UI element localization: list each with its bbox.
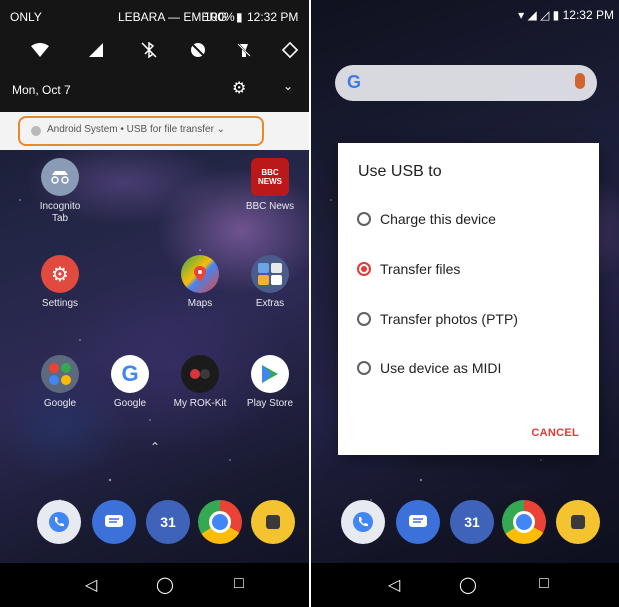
home-icon[interactable]: ◯ bbox=[457, 575, 479, 595]
usb-options-dialog: Use USB to Charge this device Transfer f… bbox=[338, 143, 599, 455]
camera-dock-icon[interactable] bbox=[556, 500, 600, 544]
play-store-icon bbox=[251, 355, 289, 393]
bluetooth-off-icon[interactable] bbox=[137, 38, 161, 62]
right-screen: ▾ ◢ ◿ ▮ 12:32 PM G Use USB to Charge thi… bbox=[311, 0, 619, 607]
app-extras-folder[interactable]: Extras bbox=[240, 255, 300, 310]
google-search-bar[interactable]: G bbox=[335, 65, 597, 101]
dialog-title: Use USB to bbox=[358, 163, 442, 180]
messages-dock-icon[interactable] bbox=[396, 500, 440, 544]
camera-dock-icon[interactable] bbox=[251, 500, 295, 544]
app-play-store[interactable]: Play Store bbox=[240, 355, 300, 410]
app-incognito-tab[interactable]: Incognito Tab bbox=[30, 158, 90, 225]
battery-level: 100% bbox=[204, 10, 235, 24]
chrome-dock-icon[interactable] bbox=[502, 500, 546, 544]
app-label: BBC News bbox=[245, 201, 295, 212]
google-g-icon: G bbox=[111, 355, 149, 393]
chevron-down-icon[interactable]: ⌄ bbox=[283, 79, 293, 93]
rok-kit-icon bbox=[181, 355, 219, 393]
option-transfer-files[interactable]: Transfer files bbox=[357, 258, 460, 280]
auto-rotate-icon[interactable] bbox=[278, 38, 302, 62]
status-time: 12:32 PM bbox=[562, 8, 614, 22]
app-my-rok-kit[interactable]: My ROK-Kit bbox=[170, 355, 230, 410]
signal-icon-2: ◿ bbox=[540, 8, 550, 22]
calendar-dock-icon[interactable]: 31 bbox=[450, 500, 494, 544]
app-google-folder[interactable]: Google bbox=[30, 355, 90, 410]
folder-icon bbox=[251, 255, 289, 293]
wifi-icon: ▾ bbox=[518, 8, 525, 22]
maps-icon bbox=[181, 255, 219, 293]
chrome-dock-icon[interactable] bbox=[198, 500, 242, 544]
navigation-bar: ◁ ◯ □ bbox=[0, 563, 309, 607]
app-drawer-caret-icon[interactable]: ⌃ bbox=[150, 440, 160, 454]
app-label: Incognito bbox=[39, 201, 81, 212]
battery-icon: ▮ bbox=[552, 8, 560, 22]
app-label: Maps bbox=[187, 298, 213, 309]
status-time: 12:32 PM bbox=[247, 10, 299, 24]
option-midi[interactable]: Use device as MIDI bbox=[357, 357, 501, 379]
option-label: Use device as MIDI bbox=[380, 360, 502, 376]
phone-dock-icon[interactable] bbox=[341, 500, 385, 544]
app-maps[interactable]: Maps bbox=[170, 255, 230, 310]
signal-icon[interactable] bbox=[84, 38, 108, 62]
phone-dock-icon[interactable] bbox=[37, 500, 81, 544]
date-label: Mon, Oct 7 bbox=[12, 83, 71, 97]
radio-button[interactable] bbox=[357, 212, 371, 226]
bbc-news-icon: BBC NEWS bbox=[251, 158, 289, 196]
wifi-icon[interactable] bbox=[28, 38, 52, 62]
quick-settings bbox=[0, 38, 309, 62]
app-label: Play Store bbox=[246, 398, 294, 409]
app-settings[interactable]: ⚙ Settings bbox=[30, 255, 90, 310]
app-label: Extras bbox=[255, 298, 285, 309]
status-bar: ▾ ◢ ◿ ▮ 12:32 PM bbox=[518, 8, 614, 22]
carrier-label: ONLY bbox=[10, 10, 42, 24]
back-icon[interactable]: ◁ bbox=[80, 575, 102, 595]
settings-gear-icon: ⚙ bbox=[41, 255, 79, 293]
option-label: Transfer photos (PTP) bbox=[380, 311, 518, 327]
battery-icon: ▮ bbox=[236, 10, 243, 24]
google-folder-icon bbox=[41, 355, 79, 393]
option-label: Charge this device bbox=[380, 211, 496, 227]
gear-icon[interactable]: ⚙ bbox=[232, 78, 246, 98]
flashlight-off-icon[interactable] bbox=[232, 38, 256, 62]
signal-icon: ◢ bbox=[527, 8, 537, 22]
navigation-bar: ◁ ◯ □ bbox=[311, 563, 619, 607]
app-label: Google bbox=[43, 398, 77, 409]
dnd-icon[interactable] bbox=[186, 38, 210, 62]
app-label: Tab bbox=[51, 213, 69, 224]
radio-button[interactable] bbox=[357, 361, 371, 375]
app-label: Google bbox=[113, 398, 147, 409]
radio-button[interactable] bbox=[357, 312, 371, 326]
app-label: Settings bbox=[41, 298, 79, 309]
calendar-dock-icon[interactable]: 31 bbox=[146, 500, 190, 544]
option-charge-device[interactable]: Charge this device bbox=[357, 208, 496, 230]
cancel-button[interactable]: CANCEL bbox=[531, 427, 579, 439]
radio-button-selected[interactable] bbox=[357, 262, 371, 276]
app-bbc-news[interactable]: BBC NEWS BBC News bbox=[240, 158, 300, 213]
google-logo: G bbox=[347, 72, 362, 92]
option-transfer-photos[interactable]: Transfer photos (PTP) bbox=[357, 308, 518, 330]
notification-shade: ONLY LEBARA — EMERG 100% ▮ 12:32 PM Mon,… bbox=[0, 0, 309, 112]
recents-icon[interactable]: □ bbox=[228, 575, 250, 593]
back-icon[interactable]: ◁ bbox=[383, 575, 405, 595]
messages-dock-icon[interactable] bbox=[92, 500, 136, 544]
left-screen: ONLY LEBARA — EMERG 100% ▮ 12:32 PM Mon,… bbox=[0, 0, 309, 607]
incognito-icon bbox=[41, 158, 79, 196]
app-label: My ROK-Kit bbox=[173, 398, 227, 409]
mic-icon[interactable] bbox=[575, 73, 585, 89]
app-google[interactable]: G Google bbox=[100, 355, 160, 410]
recents-icon[interactable]: □ bbox=[533, 575, 555, 593]
highlight-outline bbox=[18, 116, 264, 146]
home-icon[interactable]: ◯ bbox=[154, 575, 176, 595]
option-label: Transfer files bbox=[380, 261, 461, 277]
